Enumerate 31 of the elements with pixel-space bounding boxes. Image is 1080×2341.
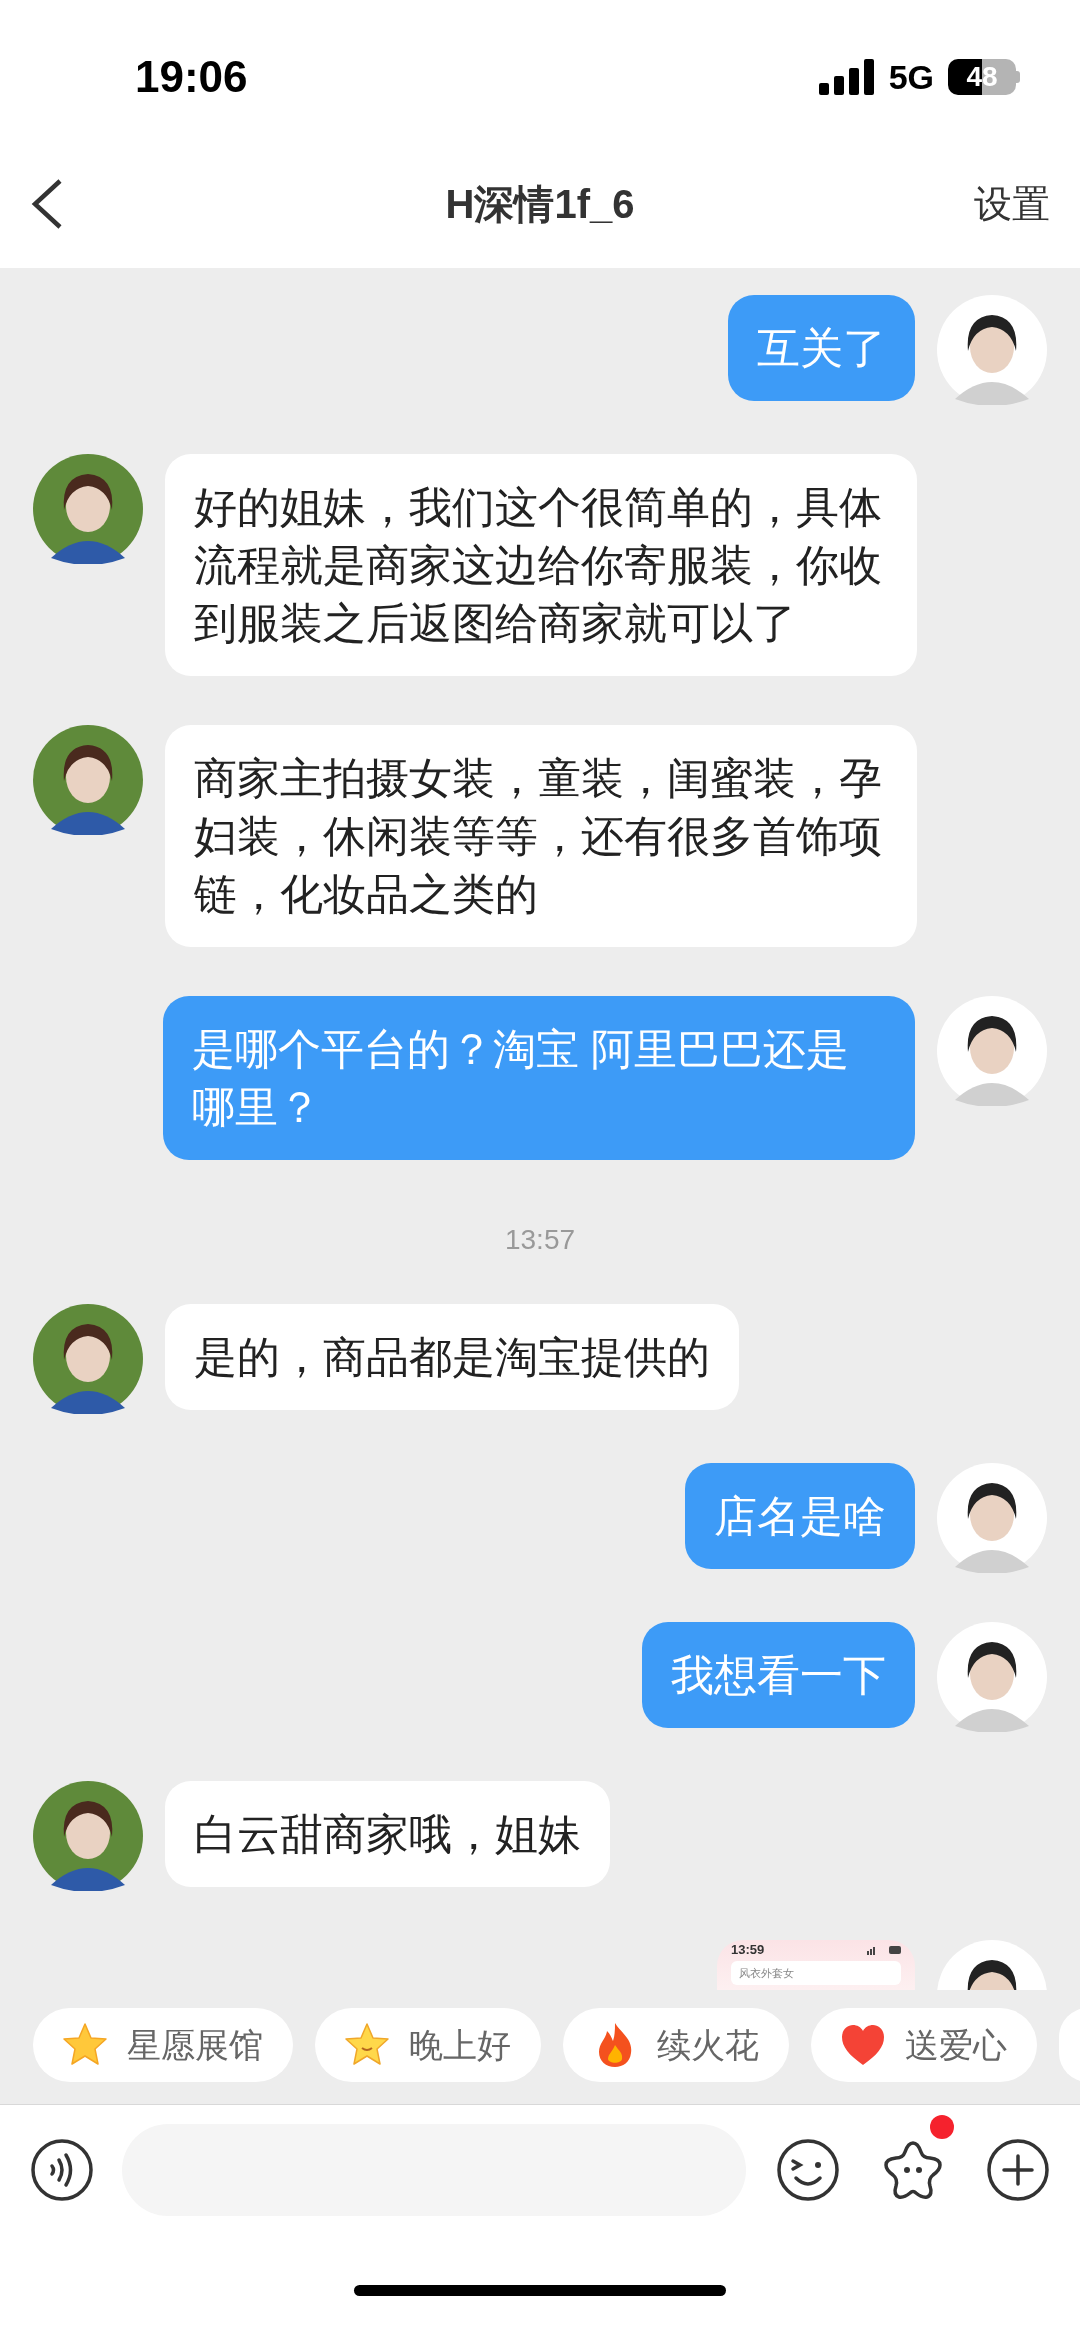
quick-reply-chip[interactable]: 送爱心 <box>811 2008 1037 2082</box>
message-bubble: 商家主拍摄女装，童装，闺蜜装，孕妇装，休闲装等等，还有很多首饰项链，化妆品之类的 <box>165 725 917 947</box>
search-text: 风衣外套女 <box>739 1965 794 1981</box>
back-button[interactable] <box>30 178 64 230</box>
screenshot-time: 13:59 <box>731 1943 765 1957</box>
message-bubble: 店名是啥 <box>685 1463 915 1569</box>
signal-icon <box>818 59 875 95</box>
network-label: 5G <box>888 56 934 98</box>
voice-button[interactable] <box>30 2138 94 2202</box>
message-bubble: 是的，商品都是淘宝提供的 <box>165 1304 739 1410</box>
plus-icon <box>986 2138 1050 2202</box>
message-bubble: 白云甜商家哦，姐妹 <box>165 1781 610 1887</box>
timestamp: 13:57 <box>503 1223 577 1257</box>
quick-reply-chip[interactable]: 星愿展馆 <box>33 2008 293 2082</box>
status-icons <box>867 1945 901 1955</box>
quick-reply-chip[interactable]: 晚上好 <box>315 2008 541 2082</box>
emoji-icon <box>776 2138 840 2202</box>
settings-link[interactable]: 设置 <box>974 175 1050 233</box>
voice-icon <box>30 2138 94 2202</box>
message-bubble: 好的姐妹，我们这个很简单的，具体流程就是商家这边给你寄服装，你收到服装之后返图给商家就可以了 <box>165 454 917 676</box>
quick-reply-chip[interactable]: 续火花 <box>563 2008 789 2082</box>
message-bubble: 我想看一下 <box>642 1622 915 1728</box>
battery-indicator: 48 <box>948 59 1016 95</box>
add-button[interactable] <box>986 2138 1050 2202</box>
emoji-button[interactable] <box>776 2138 840 2202</box>
chat-title: H深情1f_6 <box>445 182 635 226</box>
back-icon <box>30 178 64 230</box>
clock-time: 19:06 <box>135 51 248 103</box>
message-bubble: 是哪个平台的？淘宝 阿里巴巴还是哪里？ <box>163 996 915 1160</box>
message-bubble: 互关了 <box>728 295 915 401</box>
screenshot-thumbnail[interactable]: 13:59 风衣外套女 <box>717 1940 915 1990</box>
